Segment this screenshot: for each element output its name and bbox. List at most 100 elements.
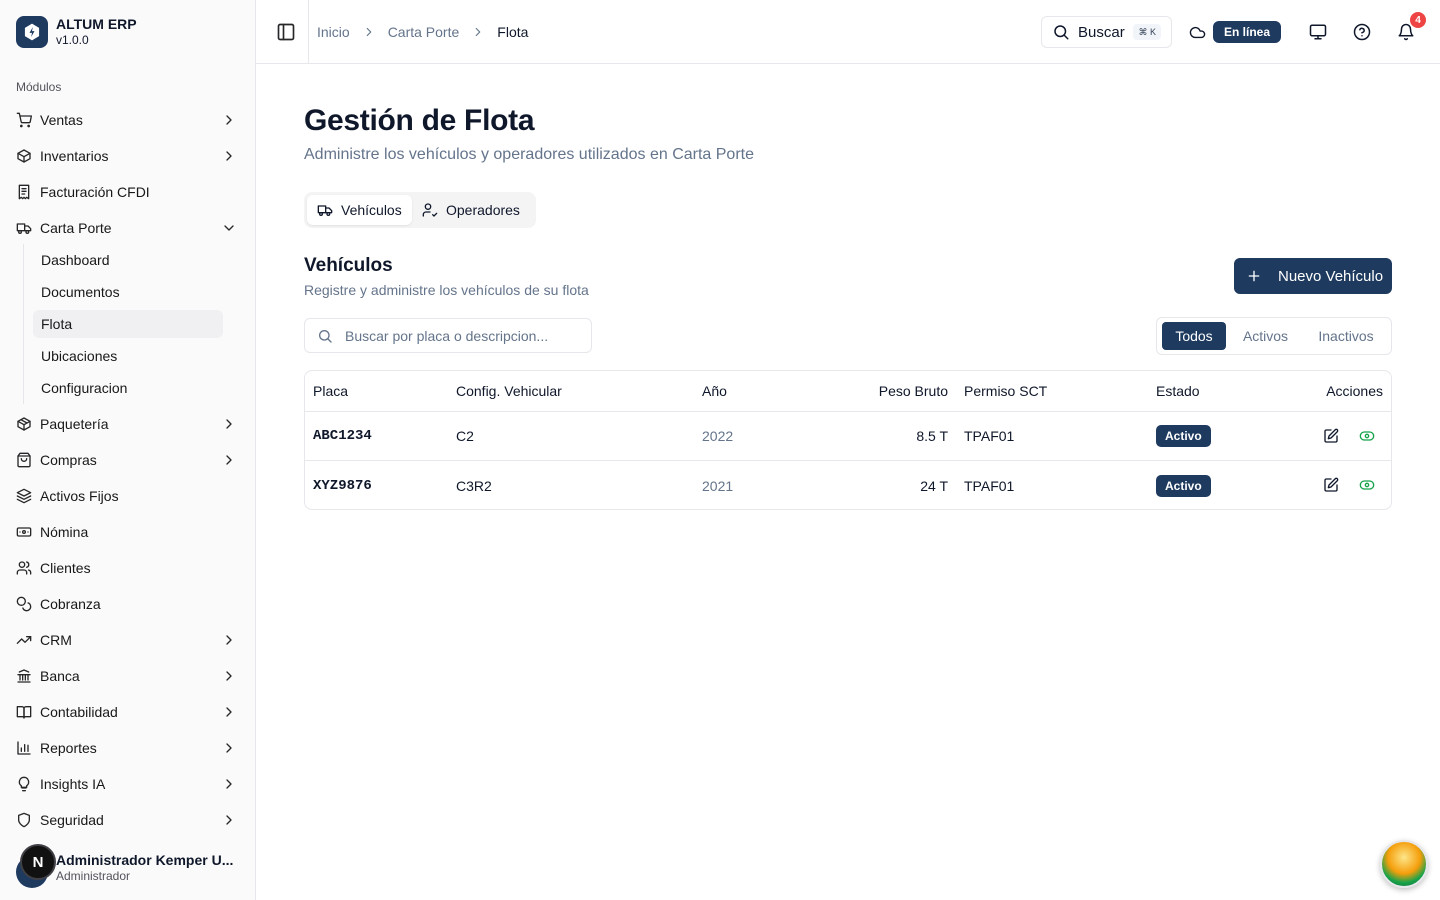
search-button-label: Buscar [1078, 23, 1125, 41]
chevron-right-icon [226, 151, 232, 161]
cell-placa: ABC1234 [313, 428, 372, 444]
top-header: Inicio Carta Porte Flota Buscar ⌘ K En l… [256, 0, 1440, 64]
sidebar-item-cobranza[interactable]: Cobranza [8, 588, 247, 620]
breadcrumb-inicio[interactable]: Inicio [317, 24, 350, 40]
column-header-config[interactable]: Config. Vehicular [456, 371, 562, 411]
user-name: Administrador Kemper U... [56, 852, 234, 868]
sidebar-item-label: Facturación CFDI [40, 184, 150, 200]
breadcrumb-carta-porte[interactable]: Carta Porte [388, 24, 460, 40]
table-row[interactable]: XYZ9876 C3R2 2021 24 T TPAF01 Activo [305, 461, 1391, 509]
chevron-right-icon [475, 27, 481, 37]
sidebar-item-label: Contabilidad [40, 704, 118, 720]
header-divider [308, 0, 309, 63]
toggle-on-icon[interactable] [1359, 428, 1375, 444]
coins-icon [16, 596, 32, 612]
banknote-icon [16, 527, 32, 537]
sidebar-subitem-configuracion[interactable]: Configuracion [33, 374, 223, 402]
filter-todos[interactable]: Todos [1162, 322, 1226, 350]
column-header-permiso[interactable]: Permiso SCT [964, 371, 1047, 411]
table-row[interactable]: ABC1234 C2 2022 8.5 T TPAF01 Activo [305, 412, 1391, 461]
breadcrumb-current: Flota [497, 24, 529, 40]
breadcrumb: Inicio Carta Porte Flota [317, 22, 528, 42]
sidebar-item-facturacion[interactable]: Facturación CFDI [8, 176, 247, 208]
sidebar-item-label: Compras [40, 452, 97, 468]
sidebar-item-label: Reportes [40, 740, 97, 756]
sidebar-item-compras[interactable]: Compras [8, 444, 247, 476]
cell-permiso: TPAF01 [964, 428, 1015, 444]
sidebar-item-banca[interactable]: Banca [8, 660, 247, 692]
sidebar-item-label: Inventarios [40, 148, 109, 164]
cell-config: C3R2 [456, 477, 492, 494]
truck-icon [317, 205, 333, 216]
app-logo-icon [16, 16, 48, 48]
chevron-right-icon [226, 743, 232, 753]
chevron-right-icon [226, 419, 232, 429]
assistant-avatar-button[interactable] [1380, 840, 1428, 888]
search-icon [319, 329, 332, 343]
edit-icon[interactable] [1323, 428, 1339, 444]
bar-chart-icon [17, 741, 31, 755]
column-header-placa[interactable]: Placa [313, 371, 348, 411]
sidebar-item-activos-fijos[interactable]: Activos Fijos [8, 480, 247, 512]
package-icon [17, 149, 31, 163]
sidebar-item-label: Nómina [40, 524, 89, 540]
tab-label: Operadores [446, 202, 520, 218]
sidebar-subitem-dashboard[interactable]: Dashboard [33, 246, 223, 274]
sidebar-subitem-flota[interactable]: Flota [33, 310, 223, 338]
sidebar-item-carta-porte[interactable]: Carta Porte [8, 212, 247, 244]
sidebar-item-label: Carta Porte [40, 220, 112, 236]
global-search-button[interactable]: Buscar ⌘ K [1041, 16, 1172, 48]
cell-anio: 2021 [702, 477, 734, 494]
sidebar-item-nomina[interactable]: Nómina [8, 516, 247, 548]
cell-config: C2 [456, 428, 474, 444]
monitor-icon[interactable] [1309, 23, 1327, 41]
filter-activos[interactable]: Activos [1232, 322, 1299, 350]
column-header-anio[interactable]: Año [702, 371, 727, 411]
tab-vehiculos[interactable]: Vehículos [307, 195, 412, 225]
sidebar-item-insights-ia[interactable]: Insights IA [8, 768, 247, 800]
edit-icon[interactable] [1323, 477, 1339, 493]
status-badge: Activo [1156, 425, 1211, 447]
section-subtitle: Registre y administre los vehículos de s… [304, 282, 589, 298]
tab-list: Vehículos Operadores [304, 192, 536, 228]
filter-inactivos[interactable]: Inactivos [1307, 322, 1385, 350]
sidebar-item-inventarios[interactable]: Inventarios [8, 140, 247, 172]
sidebar-item-reportes[interactable]: Reportes [8, 732, 247, 764]
truck-icon [16, 223, 32, 234]
help-circle-icon[interactable] [1353, 23, 1371, 41]
sidebar-item-label: Cobranza [40, 596, 101, 612]
sidebar-item-contabilidad[interactable]: Contabilidad [8, 696, 247, 728]
chevron-right-icon [226, 455, 232, 465]
toggle-on-icon[interactable] [1359, 477, 1375, 493]
tab-operadores[interactable]: Operadores [412, 195, 530, 225]
dev-tools-badge[interactable]: N [20, 844, 56, 880]
box-icon [17, 417, 31, 431]
sidebar-item-label: Ventas [40, 112, 83, 128]
new-vehicle-button[interactable]: Nuevo Vehículo [1234, 258, 1392, 294]
sidebar-toggle-icon[interactable] [276, 22, 296, 42]
lightbulb-icon [18, 776, 30, 792]
sidebar-item-paqueteria[interactable]: Paquetería [8, 408, 247, 440]
sidebar-item-seguridad[interactable]: Seguridad [8, 804, 247, 836]
user-menu[interactable]: N Administrador Kemper U... Administrado… [16, 844, 246, 888]
column-header-estado[interactable]: Estado [1156, 371, 1200, 411]
cart-icon [16, 112, 32, 128]
status-badge: Activo [1156, 474, 1211, 497]
sidebar-item-label: Banca [40, 668, 80, 684]
brand-version: v1.0.0 [56, 33, 89, 47]
sidebar-item-crm[interactable]: CRM [8, 624, 247, 656]
sidebar-item-clientes[interactable]: Clientes [8, 552, 247, 584]
sidebar-subitem-documentos[interactable]: Documentos [33, 278, 223, 306]
sidebar-item-ventas[interactable]: Ventas [8, 104, 247, 136]
search-shortcut: ⌘ K [1133, 24, 1161, 40]
brand[interactable]: ALTUM ERP v1.0.0 [16, 16, 137, 48]
table-header-row: Placa Config. Vehicular Año Peso Bruto P… [305, 371, 1391, 412]
trending-up-icon [16, 636, 32, 644]
column-header-peso[interactable]: Peso Bruto [865, 371, 948, 411]
chevron-right-icon [226, 115, 232, 125]
vehicle-search-input[interactable] [345, 327, 575, 344]
shield-icon [18, 812, 30, 828]
sidebar-subitem-ubicaciones[interactable]: Ubicaciones [33, 342, 223, 370]
submenu-divider [23, 244, 24, 404]
sidebar-item-label: Paquetería [40, 416, 109, 432]
